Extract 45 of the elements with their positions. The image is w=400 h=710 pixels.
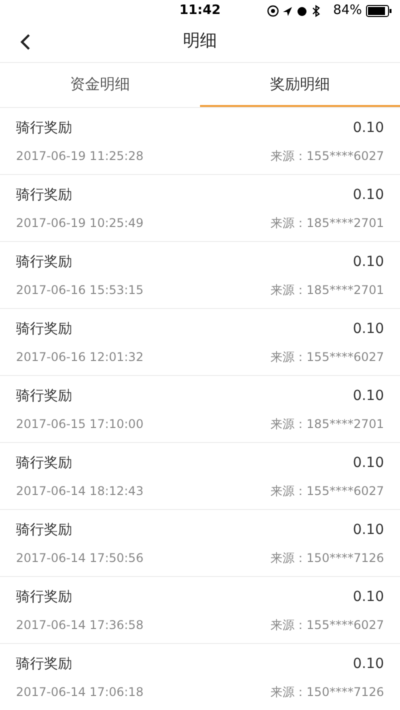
rotation-lock-icon	[268, 5, 279, 17]
record-amount: 0.10	[352, 520, 384, 540]
record-source: 来源：150****7126	[270, 550, 384, 566]
record-amount: 0.10	[352, 588, 384, 606]
record-source: 来源：155****6027	[270, 348, 384, 366]
record-title: 骑行奖励	[16, 118, 72, 138]
battery-percent: 84%	[333, 2, 362, 20]
record-amount: 0.10	[352, 320, 384, 338]
tab[interactable]: 奖励明细	[200, 63, 400, 107]
record-title: 骑行奖励	[16, 386, 72, 406]
record-time: 2017-06-15 17:10:00	[16, 416, 144, 432]
record-source: 来源：185****2701	[270, 416, 384, 432]
record-time: 2017-06-14 18:12:43	[16, 482, 144, 500]
record-amount: 0.10	[352, 186, 384, 204]
record-amount: 0.10	[352, 454, 384, 472]
record-source: 来源：185****2701	[270, 214, 384, 232]
record-title: 骑行奖励	[16, 588, 72, 606]
status-time: 11:42	[179, 2, 221, 20]
battery-icon	[366, 5, 392, 17]
record-title: 骑行奖励	[16, 320, 72, 338]
record-title: 骑行奖励	[16, 454, 72, 472]
record-amount: 0.10	[352, 654, 384, 674]
record-time: 2017-06-14 17:36:58	[16, 616, 144, 634]
record-source: 来源：155****6027	[270, 148, 384, 164]
record-source: 来源：150****7126	[270, 684, 384, 700]
record-title: 骑行奖励	[16, 252, 72, 272]
record-time: 2017-06-16 15:53:15	[16, 282, 144, 298]
record-time: 2017-06-16 12:01:32	[16, 348, 144, 366]
record-time: 2017-06-19 10:25:49	[16, 214, 144, 232]
record-source: 来源：155****6027	[270, 616, 384, 634]
record-source: 来源：185****2701	[270, 282, 384, 298]
location-icon	[283, 7, 292, 16]
record-time: 2017-06-14 17:50:56	[16, 550, 144, 566]
record-time: 2017-06-19 11:25:28	[16, 148, 144, 164]
record-amount: 0.10	[352, 252, 384, 272]
page-title: 明细	[183, 30, 217, 54]
record-title: 骑行奖励	[16, 186, 72, 204]
bluetooth-icon	[312, 5, 320, 17]
tab[interactable]: 资金明细	[0, 63, 200, 107]
record-amount: 0.10	[352, 386, 384, 406]
record-time: 2017-06-14 17:06:18	[16, 684, 144, 700]
record-amount: 0.10	[352, 118, 384, 138]
record-source: 来源：155****6027	[270, 482, 384, 500]
record-title: 骑行奖励	[16, 520, 72, 540]
record-title: 骑行奖励	[16, 654, 72, 674]
